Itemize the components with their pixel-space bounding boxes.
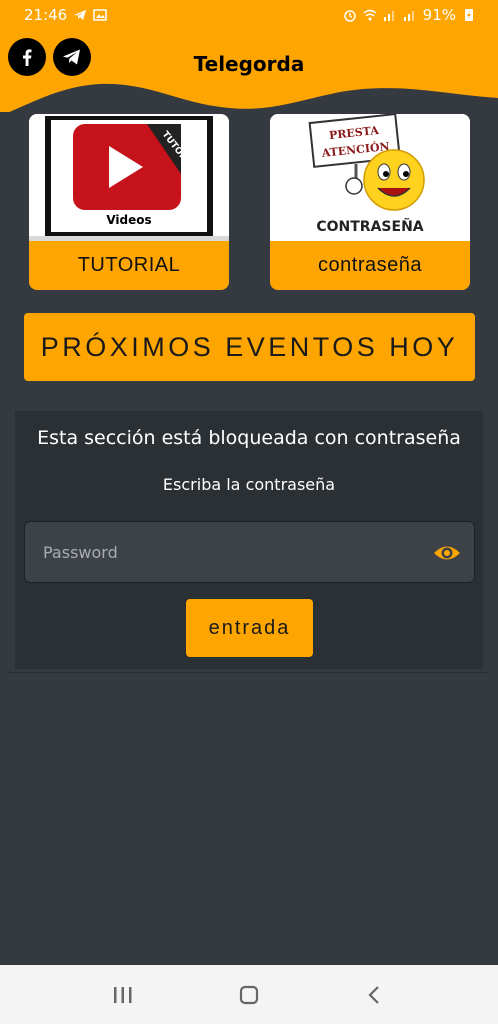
content-area	[8, 672, 490, 962]
app-title: Telegorda	[193, 52, 305, 76]
contrasena-caption: CONTRASEÑA	[316, 218, 423, 235]
password-input[interactable]	[25, 522, 425, 582]
system-nav-bar	[0, 965, 498, 1024]
youtube-video-icon: TUTORIAL Videos	[29, 116, 229, 241]
app-header: 21:46 91% Telegorda	[0, 0, 498, 112]
password-label: contraseña	[318, 254, 422, 276]
tutorial-thumbnail: TUTORIAL Videos	[29, 114, 229, 241]
show-password-eye-icon[interactable]	[432, 540, 462, 566]
enter-button[interactable]: entrada	[186, 599, 313, 657]
status-bar: 21:46 91%	[0, 0, 498, 30]
attention-smiley-icon: PRESTA ATENCIÓN CONTRASEÑA	[270, 114, 470, 241]
signal-icon-2	[403, 11, 414, 21]
back-chevron-icon	[368, 985, 379, 1004]
password-field	[24, 521, 475, 583]
telegram-notification-icon	[74, 10, 87, 20]
tutorial-card[interactable]: TUTORIAL Videos TUTORIAL	[29, 114, 229, 290]
locked-subtitle: Escriba la contraseña	[162, 475, 336, 494]
recent-apps-button[interactable]	[103, 975, 143, 1015]
videos-caption: Videos	[106, 213, 151, 227]
signal-icon-1	[383, 11, 394, 21]
home-button[interactable]	[229, 975, 269, 1015]
recent-apps-icon	[114, 986, 132, 1003]
battery-level: 91%	[422, 6, 456, 24]
locked-section: Esta sección está bloqueada con contrase…	[15, 411, 483, 669]
status-time: 21:46	[24, 6, 68, 24]
alarm-icon	[343, 10, 356, 22]
tutorial-label: TUTORIAL	[77, 254, 181, 276]
battery-charging-icon	[465, 9, 473, 21]
password-card[interactable]: PRESTA ATENCIÓN CONTRASEÑA contraseña	[270, 114, 470, 290]
password-thumbnail: PRESTA ATENCIÓN CONTRASEÑA	[270, 114, 470, 241]
wifi-icon	[363, 9, 377, 21]
home-icon	[239, 985, 259, 1004]
upcoming-events-button[interactable]: PRÓXIMOS EVENTOS HOY	[24, 313, 475, 381]
locked-title: Esta sección está bloqueada con contrase…	[37, 427, 461, 449]
gallery-notification-icon	[93, 9, 107, 21]
back-button[interactable]	[355, 975, 395, 1015]
